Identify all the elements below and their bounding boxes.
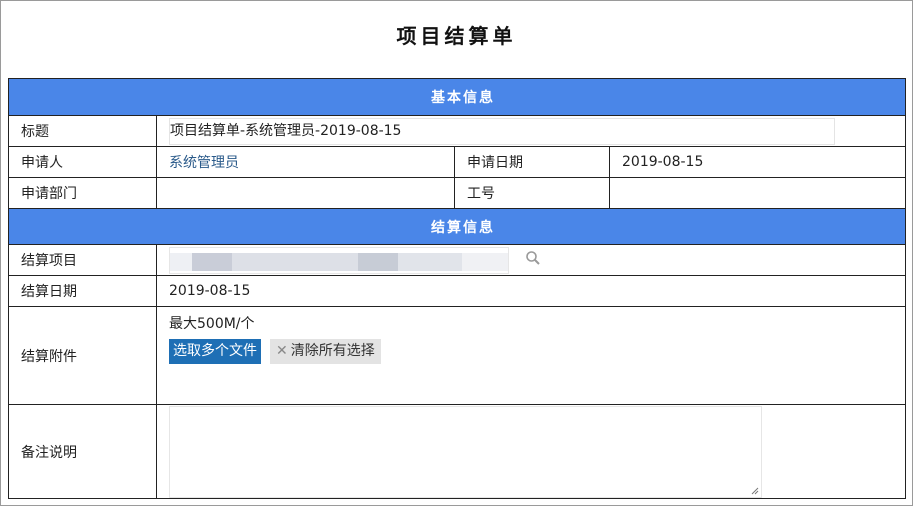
basic-info-header: 基本信息 bbox=[8, 78, 906, 116]
project-row: 结算项目 bbox=[8, 244, 906, 276]
settlement-info-header: 结算信息 bbox=[8, 208, 906, 245]
applicant-label: 申请人 bbox=[8, 146, 157, 178]
page-title: 项目结算单 bbox=[396, 24, 517, 48]
select-files-button[interactable]: 选取多个文件 bbox=[169, 339, 261, 364]
title-label: 标题 bbox=[8, 115, 157, 147]
attachment-row: 结算附件 最大500M/个 选取多个文件 ✕ 清除所有选择 bbox=[8, 306, 906, 405]
settlement-date-value[interactable]: 2019-08-15 bbox=[156, 275, 906, 307]
remarks-label: 备注说明 bbox=[8, 404, 157, 499]
attachment-actions: 选取多个文件 ✕ 清除所有选择 bbox=[169, 339, 905, 364]
clear-selection-button[interactable]: ✕ 清除所有选择 bbox=[270, 339, 381, 364]
close-icon: ✕ bbox=[276, 343, 288, 359]
basic-info-header-row: 基本信息 bbox=[8, 78, 906, 116]
remarks-row: 备注说明 bbox=[8, 404, 906, 499]
project-search-input[interactable] bbox=[169, 246, 509, 274]
department-row: 申请部门 工号 bbox=[8, 177, 906, 209]
employee-id-value bbox=[609, 177, 906, 209]
apply-date-label: 申请日期 bbox=[454, 146, 610, 178]
attachment-limit: 最大500M/个 bbox=[169, 316, 255, 332]
clear-selection-label: 清除所有选择 bbox=[290, 343, 375, 359]
settlement-form: 基本信息 标题 项目结算单-系统管理员-2019-08-15 申请人 系统管理员… bbox=[8, 78, 906, 499]
applicant-row: 申请人 系统管理员 申请日期 2019-08-15 bbox=[8, 146, 906, 178]
search-icon[interactable] bbox=[525, 250, 541, 270]
title-field[interactable]: 项目结算单-系统管理员-2019-08-15 bbox=[169, 118, 835, 145]
project-label: 结算项目 bbox=[8, 244, 157, 276]
remarks-textarea[interactable] bbox=[169, 406, 762, 498]
employee-id-label: 工号 bbox=[454, 177, 610, 209]
applicant-value: 系统管理员 bbox=[156, 146, 455, 178]
resize-grip-icon[interactable] bbox=[751, 487, 759, 495]
attachment-label: 结算附件 bbox=[8, 306, 157, 405]
settlement-date-row: 结算日期 2019-08-15 bbox=[8, 275, 906, 307]
settlement-date-label: 结算日期 bbox=[8, 275, 157, 307]
settlement-info-header-row: 结算信息 bbox=[8, 208, 906, 245]
apply-date-value: 2019-08-15 bbox=[609, 146, 906, 178]
title-row: 标题 项目结算单-系统管理员-2019-08-15 bbox=[8, 115, 906, 147]
department-value bbox=[156, 177, 455, 209]
department-label: 申请部门 bbox=[8, 177, 157, 209]
